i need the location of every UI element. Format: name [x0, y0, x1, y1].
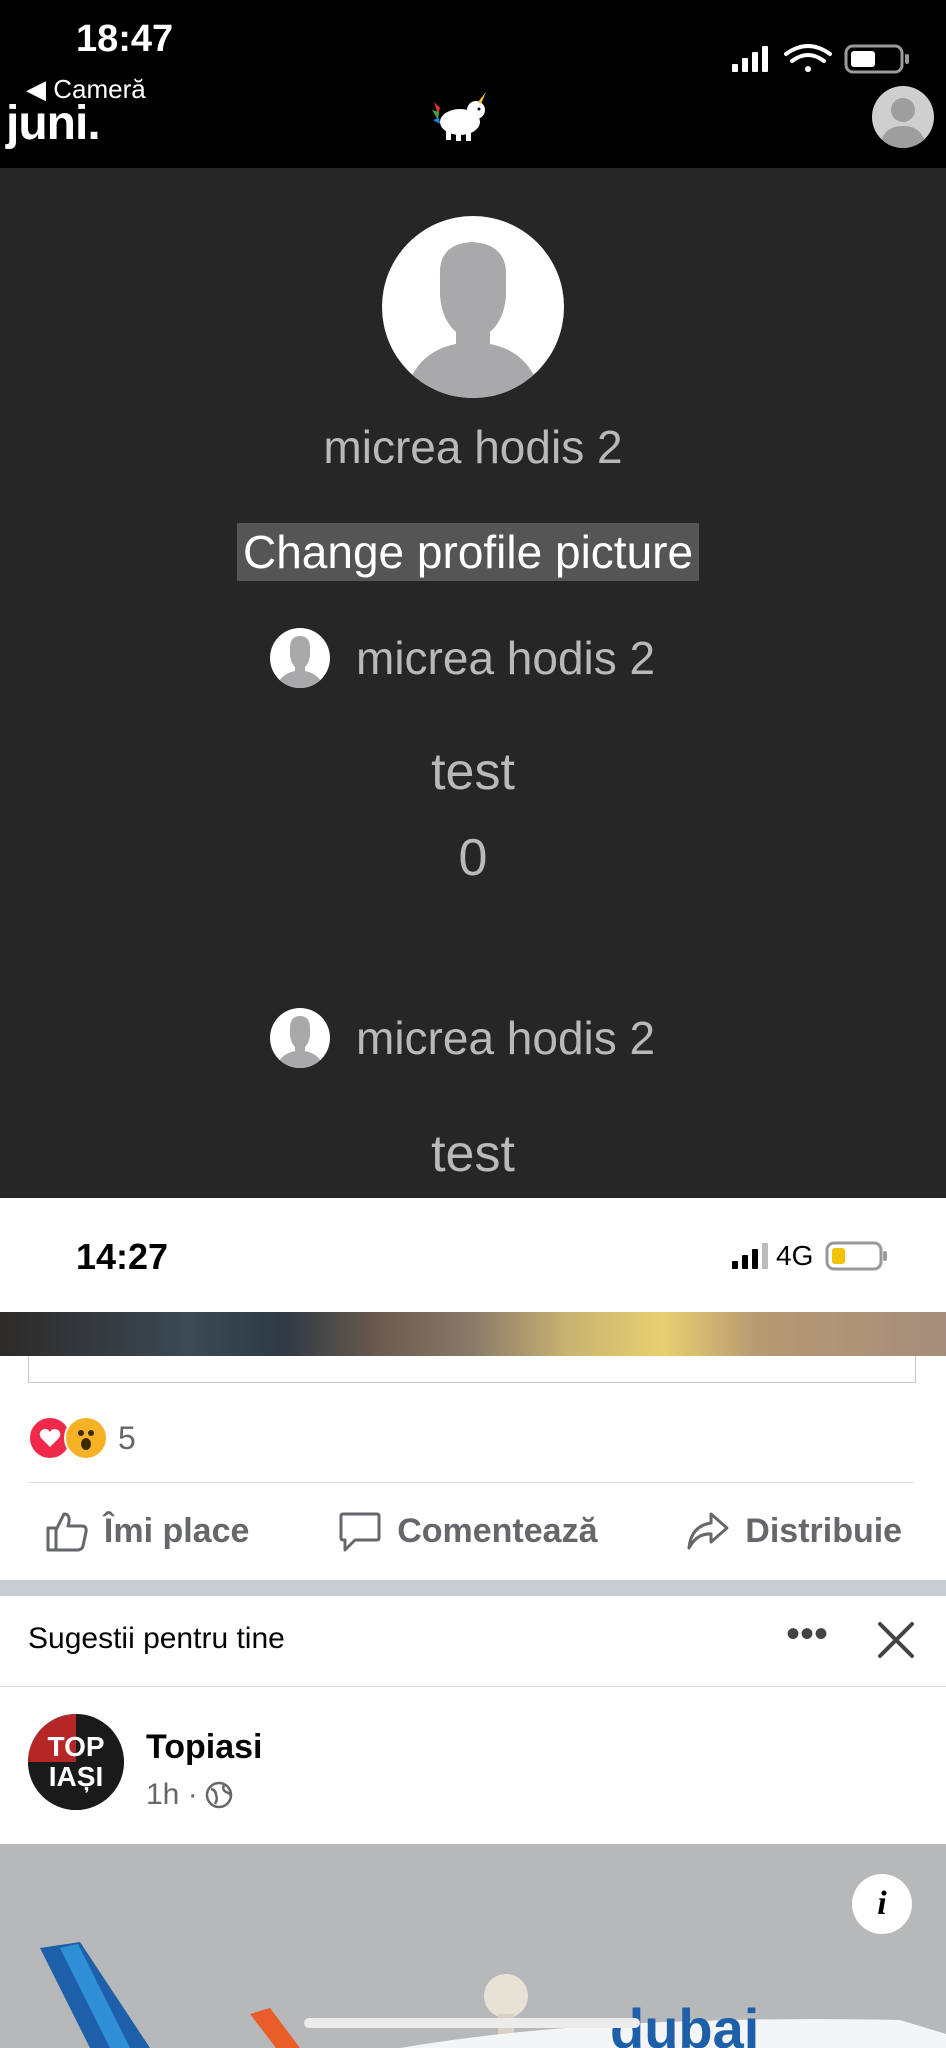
post-actions: Îmi place Comentează Distribuie	[0, 1498, 946, 1564]
post-author-name: micrea hodis 2	[356, 632, 656, 684]
home-indicator[interactable]	[304, 2018, 640, 2028]
comment-button[interactable]: Comentează	[337, 1508, 597, 1554]
post-link-box[interactable]	[28, 1356, 916, 1383]
signal-icon	[732, 46, 768, 72]
post-author-row[interactable]: micrea hodis 2	[270, 1008, 655, 1068]
page-name[interactable]: Topiasi	[146, 1728, 263, 1767]
wifi-icon	[784, 44, 832, 72]
post-author-row[interactable]: micrea hodis 2	[270, 628, 655, 688]
globe-icon	[205, 1781, 232, 1809]
status-time: 18:47	[76, 18, 174, 60]
post-author-avatar	[270, 1008, 330, 1068]
post-author-avatar	[270, 628, 330, 688]
change-profile-picture-button[interactable]: Change profile picture	[237, 523, 700, 581]
divider	[28, 1482, 914, 1483]
post-author-name: micrea hodis 2	[356, 1012, 656, 1064]
fb-status-time: 14:27	[76, 1236, 169, 1277]
section-separator	[0, 1580, 946, 1596]
page-meta: 1h ·	[146, 1778, 234, 1812]
facebook-panel: 14:27 4G 5 Îmi place Comentează Distribu…	[0, 1198, 946, 2048]
battery-icon	[844, 44, 909, 74]
thumbs-up-icon	[46, 1512, 88, 1552]
post-text: test	[431, 1125, 515, 1183]
signal-icon	[732, 1243, 768, 1269]
wow-reaction-icon	[64, 1416, 108, 1460]
share-button[interactable]: Distribuie	[685, 1508, 902, 1554]
more-options-icon[interactable]: •••	[786, 1612, 828, 1657]
info-button[interactable]: i	[852, 1874, 912, 1934]
status-icons	[730, 40, 930, 85]
app-header: 18:47 ◀ Cameră juni.	[0, 0, 946, 168]
page-logo-text-top: TOP	[47, 1731, 104, 1762]
profile-avatar[interactable]	[382, 216, 564, 398]
suggestions-heading: Sugestii pentru tine	[28, 1622, 285, 1655]
post-photo[interactable]	[0, 1312, 946, 1356]
header-avatar[interactable]	[872, 86, 934, 148]
reactions-summary[interactable]: 5	[28, 1416, 136, 1460]
app-logo[interactable]: juni.	[6, 96, 101, 151]
comment-icon	[339, 1512, 381, 1552]
comment-label: Comentează	[397, 1511, 598, 1550]
close-icon[interactable]	[874, 1618, 918, 1662]
fb-status-icons: 4G	[730, 1240, 889, 1272]
post-time: 1h ·	[146, 1778, 198, 1811]
like-button[interactable]: Îmi place	[44, 1508, 250, 1554]
post-count: 0	[458, 829, 488, 887]
reactions-count: 5	[118, 1419, 136, 1456]
share-label: Distribuie	[745, 1511, 903, 1550]
network-label: 4G	[776, 1240, 814, 1271]
page-avatar[interactable]: TOP IAȘI	[28, 1714, 124, 1810]
battery-icon	[825, 1241, 888, 1271]
profile-name: micrea hodis 2	[323, 421, 623, 473]
page-logo-text-bottom: IAȘI	[49, 1761, 103, 1792]
like-label: Îmi place	[103, 1511, 250, 1550]
divider	[0, 1686, 946, 1687]
unicorn-icon	[432, 92, 486, 141]
share-icon	[687, 1512, 729, 1550]
post-text: test	[431, 743, 515, 801]
